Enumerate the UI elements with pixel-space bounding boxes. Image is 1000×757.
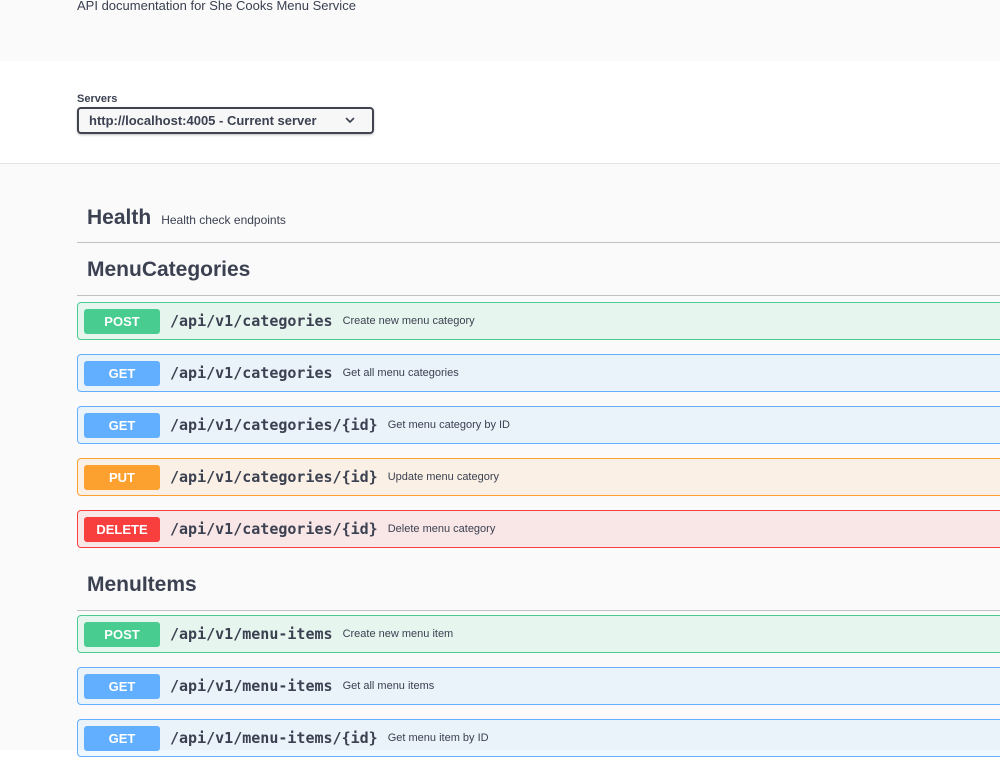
tag-name: Health [87,206,152,229]
operation-post-menu-items[interactable]: POST /api/v1/menu-items Create new menu … [77,615,1000,653]
method-badge: GET [84,412,160,438]
method-badge: POST [84,621,160,647]
method-badge: DELETE [84,516,160,542]
operation-get-categories[interactable]: GET /api/v1/categories Get all menu cate… [77,354,1000,392]
chevron-down-icon [345,117,355,123]
operation-summary: Update menu category [387,471,500,483]
operations-section: Health Health check endpoints MenuCatego… [0,164,1000,757]
tag-health[interactable]: Health Health check endpoints [77,194,1000,243]
operation-summary: Delete menu category [387,523,496,535]
operation-post-categories[interactable]: POST /api/v1/categories Create new menu … [77,302,1000,340]
tag-menu-categories[interactable]: MenuCategories [77,244,1000,296]
operation-path: /api/v1/menu-items/{id} [170,729,378,747]
operation-summary: Get all menu categories [342,367,459,379]
method-badge: POST [84,308,160,334]
operation-path: /api/v1/categories/{id} [170,520,378,538]
operation-summary: Get all menu items [342,680,435,692]
servers-section: Servers http://localhost:4005 - Current … [0,61,1000,164]
operation-path: /api/v1/menu-items [170,677,333,695]
api-description: API documentation for She Cooks Menu Ser… [77,0,356,13]
method-badge: PUT [84,464,160,490]
server-select-value: http://localhost:4005 - Current server [89,113,317,128]
tag-description: Health check endpoints [161,212,286,227]
servers-label: Servers [77,93,118,105]
operation-path: /api/v1/categories [170,312,333,330]
method-badge: GET [84,725,160,751]
operation-get-menu-items[interactable]: GET /api/v1/menu-items Get all menu item… [77,667,1000,705]
method-badge: GET [84,673,160,699]
method-badge: GET [84,360,160,386]
operation-get-category-by-id[interactable]: GET /api/v1/categories/{id} Get menu cat… [77,406,1000,444]
operation-summary: Get menu category by ID [387,419,510,431]
info-section: API documentation for She Cooks Menu Ser… [0,0,1000,61]
tag-name: MenuItems [87,572,197,596]
tag-name: MenuCategories [87,257,251,281]
operation-path: /api/v1/categories [170,364,333,382]
operation-summary: Create new menu item [342,628,454,640]
operation-path: /api/v1/menu-items [170,625,333,643]
operation-get-menu-item-by-id[interactable]: GET /api/v1/menu-items/{id} Get menu ite… [77,719,1000,757]
tag-menu-items[interactable]: MenuItems [77,559,1000,611]
operation-delete-category[interactable]: DELETE /api/v1/categories/{id} Delete me… [77,510,1000,548]
operation-path: /api/v1/categories/{id} [170,416,378,434]
operation-summary: Get menu item by ID [387,732,489,744]
operation-summary: Create new menu category [342,315,475,327]
operation-put-category[interactable]: PUT /api/v1/categories/{id} Update menu … [77,458,1000,496]
operation-path: /api/v1/categories/{id} [170,468,378,486]
server-select[interactable]: http://localhost:4005 - Current server [77,107,374,134]
